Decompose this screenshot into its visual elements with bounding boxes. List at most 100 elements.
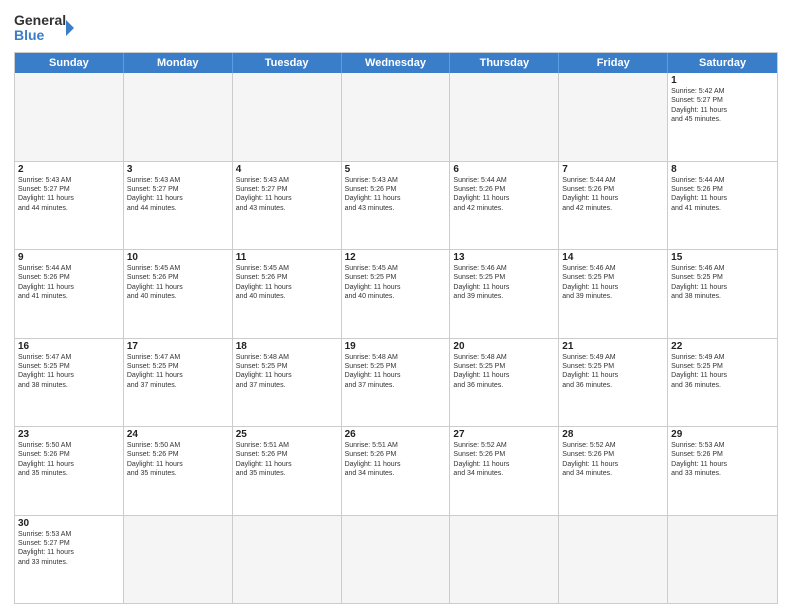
table-row: 29Sunrise: 5:53 AMSunset: 5:26 PMDayligh…: [668, 427, 777, 515]
table-row: [342, 73, 451, 161]
day-number: 25: [236, 429, 338, 440]
table-row: 5Sunrise: 5:43 AMSunset: 5:26 PMDaylight…: [342, 162, 451, 250]
day-number: 23: [18, 429, 120, 440]
header: General Blue: [14, 10, 778, 46]
cell-details: Sunrise: 5:47 AMSunset: 5:25 PMDaylight:…: [127, 353, 229, 391]
cell-details: Sunrise: 5:42 AMSunset: 5:27 PMDaylight:…: [671, 87, 774, 125]
calendar-row-1: 1Sunrise: 5:42 AMSunset: 5:27 PMDaylight…: [15, 73, 777, 161]
table-row: [668, 516, 777, 604]
day-number: 10: [127, 252, 229, 263]
cell-details: Sunrise: 5:45 AMSunset: 5:26 PMDaylight:…: [127, 264, 229, 302]
day-header-thursday: Thursday: [450, 53, 559, 73]
cell-details: Sunrise: 5:50 AMSunset: 5:26 PMDaylight:…: [18, 441, 120, 479]
cell-details: Sunrise: 5:43 AMSunset: 5:26 PMDaylight:…: [345, 176, 447, 214]
table-row: 7Sunrise: 5:44 AMSunset: 5:26 PMDaylight…: [559, 162, 668, 250]
table-row: [450, 516, 559, 604]
day-number: 7: [562, 164, 664, 175]
day-number: 9: [18, 252, 120, 263]
svg-text:General: General: [14, 12, 66, 28]
cell-details: Sunrise: 5:48 AMSunset: 5:25 PMDaylight:…: [345, 353, 447, 391]
day-number: 30: [18, 518, 120, 529]
table-row: [233, 73, 342, 161]
cell-details: Sunrise: 5:52 AMSunset: 5:26 PMDaylight:…: [562, 441, 664, 479]
day-number: 27: [453, 429, 555, 440]
table-row: 10Sunrise: 5:45 AMSunset: 5:26 PMDayligh…: [124, 250, 233, 338]
table-row: 8Sunrise: 5:44 AMSunset: 5:26 PMDaylight…: [668, 162, 777, 250]
table-row: [124, 516, 233, 604]
day-header-monday: Monday: [124, 53, 233, 73]
cell-details: Sunrise: 5:48 AMSunset: 5:25 PMDaylight:…: [236, 353, 338, 391]
page: General Blue SundayMondayTuesdayWednesda…: [0, 0, 792, 612]
table-row: [124, 73, 233, 161]
table-row: [342, 516, 451, 604]
table-row: 30Sunrise: 5:53 AMSunset: 5:27 PMDayligh…: [15, 516, 124, 604]
day-number: 28: [562, 429, 664, 440]
table-row: 15Sunrise: 5:46 AMSunset: 5:25 PMDayligh…: [668, 250, 777, 338]
cell-details: Sunrise: 5:44 AMSunset: 5:26 PMDaylight:…: [562, 176, 664, 214]
cell-details: Sunrise: 5:46 AMSunset: 5:25 PMDaylight:…: [453, 264, 555, 302]
day-number: 16: [18, 341, 120, 352]
cell-details: Sunrise: 5:52 AMSunset: 5:26 PMDaylight:…: [453, 441, 555, 479]
table-row: 2Sunrise: 5:43 AMSunset: 5:27 PMDaylight…: [15, 162, 124, 250]
day-number: 1: [671, 75, 774, 86]
cell-details: Sunrise: 5:51 AMSunset: 5:26 PMDaylight:…: [345, 441, 447, 479]
day-number: 17: [127, 341, 229, 352]
cell-details: Sunrise: 5:44 AMSunset: 5:26 PMDaylight:…: [671, 176, 774, 214]
cell-details: Sunrise: 5:45 AMSunset: 5:25 PMDaylight:…: [345, 264, 447, 302]
day-number: 13: [453, 252, 555, 263]
day-header-wednesday: Wednesday: [342, 53, 451, 73]
calendar-row-6: 30Sunrise: 5:53 AMSunset: 5:27 PMDayligh…: [15, 515, 777, 604]
cell-details: Sunrise: 5:51 AMSunset: 5:26 PMDaylight:…: [236, 441, 338, 479]
table-row: 20Sunrise: 5:48 AMSunset: 5:25 PMDayligh…: [450, 339, 559, 427]
table-row: 13Sunrise: 5:46 AMSunset: 5:25 PMDayligh…: [450, 250, 559, 338]
table-row: 19Sunrise: 5:48 AMSunset: 5:25 PMDayligh…: [342, 339, 451, 427]
cell-details: Sunrise: 5:53 AMSunset: 5:27 PMDaylight:…: [18, 530, 120, 568]
cell-details: Sunrise: 5:50 AMSunset: 5:26 PMDaylight:…: [127, 441, 229, 479]
table-row: 11Sunrise: 5:45 AMSunset: 5:26 PMDayligh…: [233, 250, 342, 338]
table-row: 28Sunrise: 5:52 AMSunset: 5:26 PMDayligh…: [559, 427, 668, 515]
table-row: 23Sunrise: 5:50 AMSunset: 5:26 PMDayligh…: [15, 427, 124, 515]
calendar: SundayMondayTuesdayWednesdayThursdayFrid…: [14, 52, 778, 604]
day-number: 3: [127, 164, 229, 175]
table-row: 1Sunrise: 5:42 AMSunset: 5:27 PMDaylight…: [668, 73, 777, 161]
calendar-row-3: 9Sunrise: 5:44 AMSunset: 5:26 PMDaylight…: [15, 249, 777, 338]
calendar-row-4: 16Sunrise: 5:47 AMSunset: 5:25 PMDayligh…: [15, 338, 777, 427]
day-header-friday: Friday: [559, 53, 668, 73]
cell-details: Sunrise: 5:43 AMSunset: 5:27 PMDaylight:…: [18, 176, 120, 214]
day-number: 19: [345, 341, 447, 352]
table-row: [15, 73, 124, 161]
calendar-row-5: 23Sunrise: 5:50 AMSunset: 5:26 PMDayligh…: [15, 426, 777, 515]
cell-details: Sunrise: 5:44 AMSunset: 5:26 PMDaylight:…: [18, 264, 120, 302]
day-number: 15: [671, 252, 774, 263]
cell-details: Sunrise: 5:49 AMSunset: 5:25 PMDaylight:…: [562, 353, 664, 391]
calendar-row-2: 2Sunrise: 5:43 AMSunset: 5:27 PMDaylight…: [15, 161, 777, 250]
logo-svg: General Blue: [14, 10, 74, 46]
table-row: 26Sunrise: 5:51 AMSunset: 5:26 PMDayligh…: [342, 427, 451, 515]
table-row: 17Sunrise: 5:47 AMSunset: 5:25 PMDayligh…: [124, 339, 233, 427]
cell-details: Sunrise: 5:48 AMSunset: 5:25 PMDaylight:…: [453, 353, 555, 391]
calendar-body: 1Sunrise: 5:42 AMSunset: 5:27 PMDaylight…: [15, 73, 777, 603]
table-row: 21Sunrise: 5:49 AMSunset: 5:25 PMDayligh…: [559, 339, 668, 427]
table-row: 16Sunrise: 5:47 AMSunset: 5:25 PMDayligh…: [15, 339, 124, 427]
day-number: 8: [671, 164, 774, 175]
cell-details: Sunrise: 5:43 AMSunset: 5:27 PMDaylight:…: [127, 176, 229, 214]
cell-details: Sunrise: 5:49 AMSunset: 5:25 PMDaylight:…: [671, 353, 774, 391]
day-header-sunday: Sunday: [15, 53, 124, 73]
day-number: 21: [562, 341, 664, 352]
day-header-tuesday: Tuesday: [233, 53, 342, 73]
day-number: 4: [236, 164, 338, 175]
day-header-saturday: Saturday: [668, 53, 777, 73]
cell-details: Sunrise: 5:47 AMSunset: 5:25 PMDaylight:…: [18, 353, 120, 391]
table-row: 12Sunrise: 5:45 AMSunset: 5:25 PMDayligh…: [342, 250, 451, 338]
table-row: [559, 516, 668, 604]
table-row: 14Sunrise: 5:46 AMSunset: 5:25 PMDayligh…: [559, 250, 668, 338]
table-row: 9Sunrise: 5:44 AMSunset: 5:26 PMDaylight…: [15, 250, 124, 338]
day-number: 26: [345, 429, 447, 440]
logo: General Blue: [14, 10, 74, 46]
day-number: 5: [345, 164, 447, 175]
cell-details: Sunrise: 5:46 AMSunset: 5:25 PMDaylight:…: [562, 264, 664, 302]
table-row: [450, 73, 559, 161]
table-row: 24Sunrise: 5:50 AMSunset: 5:26 PMDayligh…: [124, 427, 233, 515]
table-row: 25Sunrise: 5:51 AMSunset: 5:26 PMDayligh…: [233, 427, 342, 515]
cell-details: Sunrise: 5:46 AMSunset: 5:25 PMDaylight:…: [671, 264, 774, 302]
